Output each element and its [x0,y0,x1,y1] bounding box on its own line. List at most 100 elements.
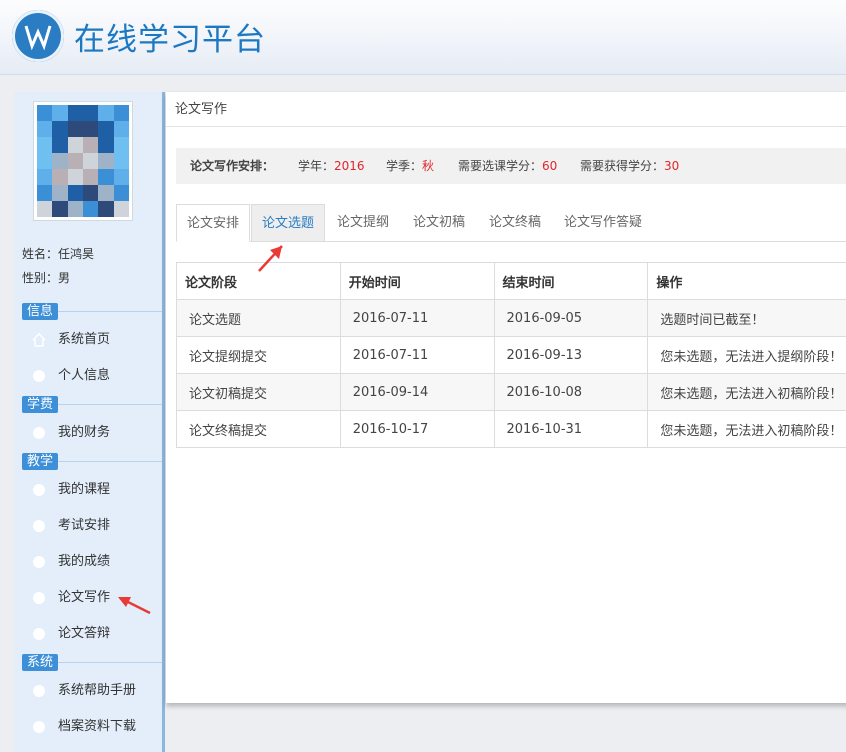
table-cell: 2016-10-17 [340,411,494,448]
sidebar: 姓名：任鸿昊 性别：男 信息 系统首页 个人信息 学费 我的财务 教学 我的课程… [14,92,165,752]
circle-icon [32,519,46,533]
column-header: 操作 [648,263,846,300]
section-label-tuition: 学费 [22,396,58,413]
circle-icon [32,720,46,734]
table-cell: 2016-07-11 [340,337,494,374]
avatar-pixel [68,185,83,201]
sidebar-item-help-manual[interactable]: 系统帮助手册 [28,679,158,703]
avatar-pixel [114,121,129,137]
table-row: 论文终稿提交 2016-10-17 2016-10-31 您未选题，无法进入初稿… [177,411,846,448]
home-icon [32,333,46,347]
avatar-pixel [98,169,113,185]
table-row: 论文初稿提交 2016-09-14 2016-10-08 您未选题，无法进入初稿… [177,374,846,411]
sidebar-item-archive-download[interactable]: 档案资料下载 [28,715,158,739]
avatar-pixel [83,137,98,153]
avatar-pixel [52,137,67,153]
section-label-teaching: 教学 [22,453,58,470]
table-cell: 2016-10-08 [494,374,648,411]
circle-icon [32,555,46,569]
avatar-pixel [52,153,67,169]
sidebar-item-thesis-defense[interactable]: 论文答辩 [28,622,158,646]
school-logo [12,10,64,62]
avatar-pixel [114,105,129,121]
table-cell: 您未选题，无法进入提纲阶段！ [648,337,846,374]
tab-thesis-topic[interactable]: 论文选题 [251,204,325,241]
circle-icon [32,684,46,698]
avatar-pixel [114,185,129,201]
table-cell: 2016-09-14 [340,374,494,411]
main-panel: 论文写作 论文写作安排： 学年： 2016 学季： 秋 需要选课学分： 60 需… [166,92,846,703]
avatar-pixel [98,105,113,121]
avatar-pixel [37,137,52,153]
profile-name: 姓名：任鸿昊 [22,245,94,262]
tab-bar: 论文安排 论文选题 论文提纲 论文初稿 论文终稿 论文写作答疑 [176,204,846,242]
tab-thesis-qa[interactable]: 论文写作答疑 [554,204,652,241]
avatar [33,101,133,221]
circle-icon [32,369,46,383]
avatar-pixel [83,153,98,169]
sidebar-item-label: 论文写作 [58,586,110,610]
avatar-pixel [52,105,67,121]
table-cell: 论文初稿提交 [177,374,341,411]
sidebar-item-personal-info[interactable]: 个人信息 [28,364,158,388]
profile-gender: 性别：男 [22,269,70,286]
table-cell: 选题时间已截至！ [648,300,846,337]
avatar-pixel [98,201,113,217]
avatar-pixel [98,185,113,201]
column-header: 开始时间 [340,263,494,300]
column-header: 结束时间 [494,263,648,300]
circle-icon [32,591,46,605]
avatar-pixel [37,201,52,217]
sidebar-item-label: 我的课程 [58,478,110,502]
avatar-pixel [68,121,83,137]
thesis-schedule-table: 论文阶段 开始时间 结束时间 操作 论文选题 2016-07-11 2016-0… [176,262,846,448]
tab-thesis-arrangement[interactable]: 论文安排 [176,204,250,242]
avatar-pixel [37,121,52,137]
avatar-pixel [52,201,67,217]
required-credits-label: 需要选课学分： [458,148,542,184]
season-value: 秋 [422,148,434,184]
avatar-pixel [114,169,129,185]
table-row: 论文选题 2016-07-11 2016-09-05 选题时间已截至！ [177,300,846,337]
table-cell: 论文选题 [177,300,341,337]
sidebar-item-exams[interactable]: 考试安排 [28,514,158,538]
avatar-pixel [68,105,83,121]
annotation-arrow [114,590,154,620]
earned-credits-label: 需要获得学分： [580,148,664,184]
table-cell: 您未选题，无法进入初稿阶段！ [648,411,846,448]
tab-thesis-final[interactable]: 论文终稿 [478,204,552,241]
sidebar-item-label: 档案资料下载 [58,715,136,739]
sidebar-item-grades[interactable]: 我的成绩 [28,550,158,574]
circle-icon [32,627,46,641]
tab-thesis-outline[interactable]: 论文提纲 [326,204,400,241]
header-bar: 在线学习平台 [0,0,846,75]
sidebar-item-home[interactable]: 系统首页 [28,328,158,352]
avatar-pixel [83,169,98,185]
avatar-pixel [98,153,113,169]
sidebar-item-finance[interactable]: 我的财务 [28,421,158,445]
avatar-pixel [37,105,52,121]
avatar-pixel [114,153,129,169]
avatar-pixel [68,153,83,169]
avatar-pixel [68,169,83,185]
section-label-system: 系统 [22,654,58,671]
circle-icon [32,483,46,497]
avatar-pixel [83,121,98,137]
sidebar-item-courses[interactable]: 我的课程 [28,478,158,502]
earned-credits-value: 30 [664,148,679,184]
sidebar-item-label: 考试安排 [58,514,110,538]
avatar-pixel [37,185,52,201]
sidebar-item-label: 系统帮助手册 [58,679,136,703]
avatar-pixel [83,201,98,217]
table-cell: 您未选题，无法进入初稿阶段！ [648,374,846,411]
avatar-pixel [52,169,67,185]
sidebar-item-label: 论文答辩 [58,622,110,646]
table-cell: 2016-09-13 [494,337,648,374]
schedule-label: 论文写作安排： [190,148,274,184]
annotation-arrow [252,238,292,278]
breadcrumb: 论文写作 [166,92,846,127]
schedule-info-bar: 论文写作安排： 学年： 2016 学季： 秋 需要选课学分： 60 需要获得学分… [176,148,846,184]
tab-thesis-draft[interactable]: 论文初稿 [402,204,476,241]
avatar-pixel [37,169,52,185]
sidebar-item-label: 我的成绩 [58,550,110,574]
